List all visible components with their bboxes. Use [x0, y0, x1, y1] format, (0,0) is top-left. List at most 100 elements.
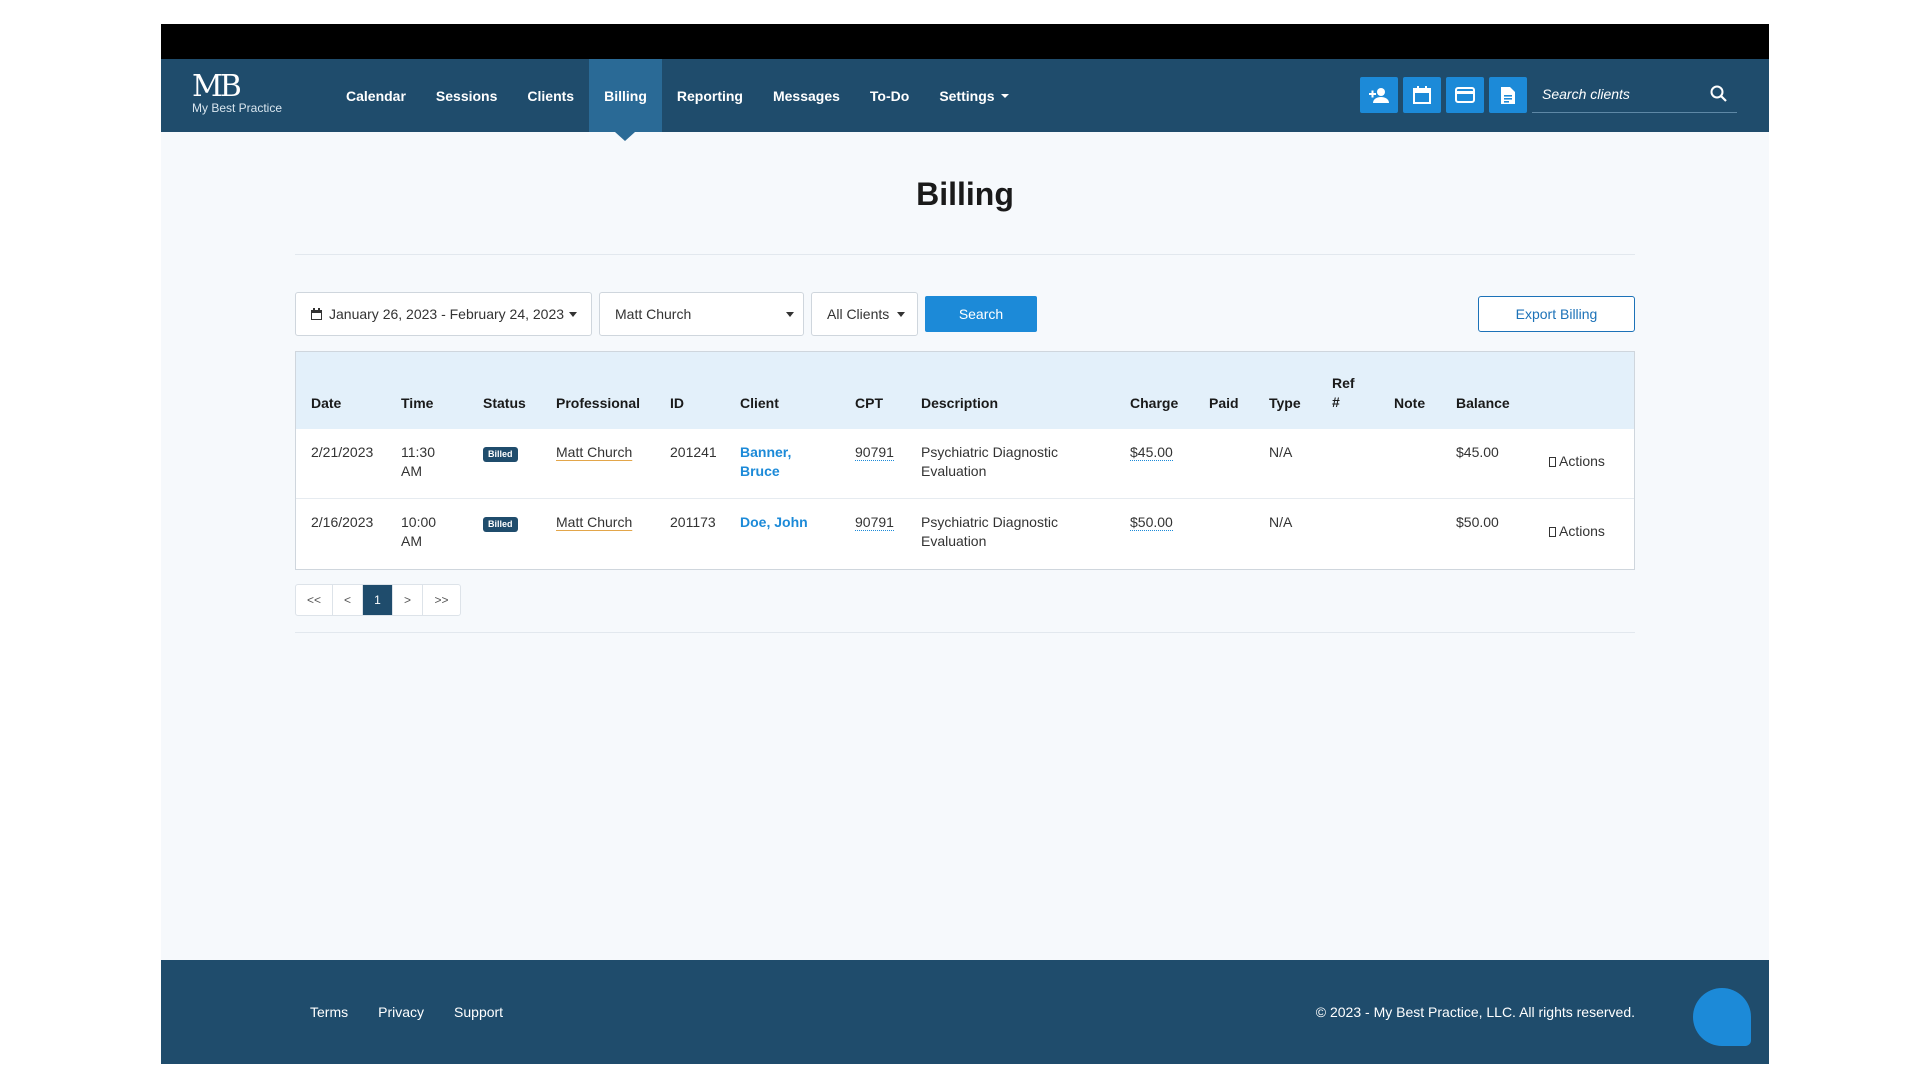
logo[interactable]: MB My Best Practice: [192, 71, 283, 116]
nav-item-label: Reporting: [676, 87, 743, 104]
column-header-type[interactable]: Type: [1269, 394, 1301, 413]
page-first-button[interactable]: <<: [296, 585, 333, 615]
column-header-time[interactable]: Time: [401, 394, 433, 413]
search-clients-input[interactable]: [1542, 77, 1702, 111]
cpt-code-text: 90791: [855, 444, 894, 461]
column-header-status[interactable]: Status: [483, 394, 526, 413]
professional-link[interactable]: Matt Church: [556, 443, 632, 462]
charge-amount[interactable]: $50.00: [1130, 513, 1173, 532]
actions-menu[interactable]: Actions: [1549, 452, 1605, 471]
column-header-ref[interactable]: Ref #: [1332, 374, 1360, 412]
clients-select[interactable]: All Clients: [811, 292, 918, 336]
table-row: 2/16/2023 10:00 AM Billed Matt Church 20…: [296, 499, 1634, 569]
cpt-code[interactable]: 90791: [855, 443, 894, 462]
column-header-professional[interactable]: Professional: [556, 394, 640, 413]
quick-actions: [1360, 77, 1527, 113]
nav-item-sessions[interactable]: Sessions: [421, 59, 512, 132]
nav-item-label: Settings: [939, 87, 995, 104]
app-frame: MB My Best Practice Calendar Sessions Cl…: [161, 24, 1769, 1064]
copyright-text: © 2023 - My Best Practice, LLC. All righ…: [1315, 1004, 1635, 1020]
page-current-button[interactable]: 1: [363, 585, 393, 615]
column-header-date[interactable]: Date: [311, 394, 341, 413]
billing-button[interactable]: [1446, 77, 1484, 113]
column-header-charge[interactable]: Charge: [1130, 394, 1178, 413]
page-next-button[interactable]: >: [393, 585, 423, 615]
footer: Terms Privacy Support © 2023 - My Best P…: [161, 960, 1769, 1064]
cell-time: 11:30 AM: [401, 444, 435, 479]
table-row: 2/21/2023 11:30 AM Billed Matt Church 20…: [296, 429, 1634, 499]
client-link[interactable]: Banner, Bruce: [740, 443, 805, 481]
caret-down-icon: [897, 311, 906, 317]
add-client-button[interactable]: [1360, 77, 1398, 113]
calendar-icon: [311, 308, 322, 320]
nav-item-clients[interactable]: Clients: [512, 59, 589, 132]
status-badge: Billed: [483, 447, 518, 462]
divider: [295, 254, 1635, 255]
actions-menu[interactable]: Actions: [1549, 522, 1605, 541]
cell-time: 10:00 AM: [401, 514, 437, 549]
charge-amount[interactable]: $45.00: [1130, 443, 1173, 462]
footer-link-terms[interactable]: Terms: [310, 1004, 348, 1020]
caret-down-icon: [786, 312, 794, 317]
search-button[interactable]: Search: [925, 296, 1037, 332]
professional-select[interactable]: Matt Church: [599, 292, 804, 336]
column-header-client[interactable]: Client: [740, 394, 779, 413]
footer-links: Terms Privacy Support: [310, 1004, 503, 1020]
nav-item-billing[interactable]: Billing: [589, 59, 662, 141]
nav-item-label: Clients: [527, 87, 575, 104]
footer-link-support[interactable]: Support: [454, 1004, 503, 1020]
calendar-button[interactable]: [1403, 77, 1441, 113]
pagination: << < 1 > >>: [295, 584, 461, 616]
main-nav: MB My Best Practice Calendar Sessions Cl…: [161, 59, 1769, 141]
column-header-id[interactable]: ID: [670, 394, 684, 413]
search-icon[interactable]: [1710, 85, 1727, 102]
professional-link[interactable]: Matt Church: [556, 513, 632, 532]
footer-link-privacy[interactable]: Privacy: [378, 1004, 424, 1020]
column-header-description[interactable]: Description: [921, 394, 998, 413]
professional-value: Matt Church: [615, 306, 692, 322]
add-client-icon: [1369, 88, 1389, 103]
cell-id: 201241: [670, 444, 717, 460]
column-header-balance[interactable]: Balance: [1456, 394, 1510, 413]
page-prev-button[interactable]: <: [333, 585, 363, 615]
chat-widget-button[interactable]: [1693, 988, 1751, 1046]
nav-item-reporting[interactable]: Reporting: [662, 59, 758, 132]
column-header-note[interactable]: Note: [1394, 394, 1425, 413]
column-header-paid[interactable]: Paid: [1209, 394, 1239, 413]
export-billing-button[interactable]: Export Billing: [1478, 296, 1635, 332]
actions-icon: [1549, 456, 1556, 467]
caret-down-icon: [569, 311, 578, 317]
date-range-value: January 26, 2023 - February 24, 2023: [329, 306, 565, 322]
nav-item-calendar[interactable]: Calendar: [331, 59, 421, 132]
actions-icon: [1549, 526, 1556, 537]
document-button[interactable]: [1489, 77, 1527, 113]
caret-down-icon: [1000, 93, 1009, 98]
nav-item-label: Messages: [772, 87, 840, 104]
cell-description: Psychiatric Diagnostic Evaluation: [921, 444, 1058, 479]
column-header-cpt[interactable]: CPT: [855, 394, 883, 413]
cpt-code-text: 90791: [855, 514, 894, 531]
cell-balance: $45.00: [1456, 444, 1499, 460]
client-search: [1532, 77, 1737, 113]
page-title: Billing: [916, 176, 1014, 212]
nav-item-todo[interactable]: To-Do: [855, 59, 924, 132]
cell-status: Billed: [483, 513, 518, 532]
cell-type: N/A: [1269, 514, 1293, 530]
charge-amount-text: $45.00: [1130, 444, 1173, 461]
billing-table: Date Time Status Professional ID Client …: [295, 351, 1635, 570]
calendar-icon: [1413, 86, 1431, 104]
nav-item-settings[interactable]: Settings: [924, 59, 1023, 132]
nav-item-label: Calendar: [346, 87, 406, 104]
cpt-code[interactable]: 90791: [855, 513, 894, 532]
page-last-button[interactable]: >>: [423, 585, 460, 615]
actions-label: Actions: [1559, 523, 1605, 539]
credit-card-icon: [1455, 87, 1475, 103]
top-black-bar: [161, 24, 1769, 59]
date-range-picker[interactable]: January 26, 2023 - February 24, 2023: [295, 292, 592, 336]
clients-value: All Clients: [827, 306, 890, 322]
nav-item-label: Billing: [604, 87, 647, 104]
nav-item-messages[interactable]: Messages: [758, 59, 855, 132]
divider: [295, 632, 1635, 633]
logo-name: My Best Practice: [192, 101, 283, 115]
client-link[interactable]: Doe, John: [740, 513, 820, 532]
